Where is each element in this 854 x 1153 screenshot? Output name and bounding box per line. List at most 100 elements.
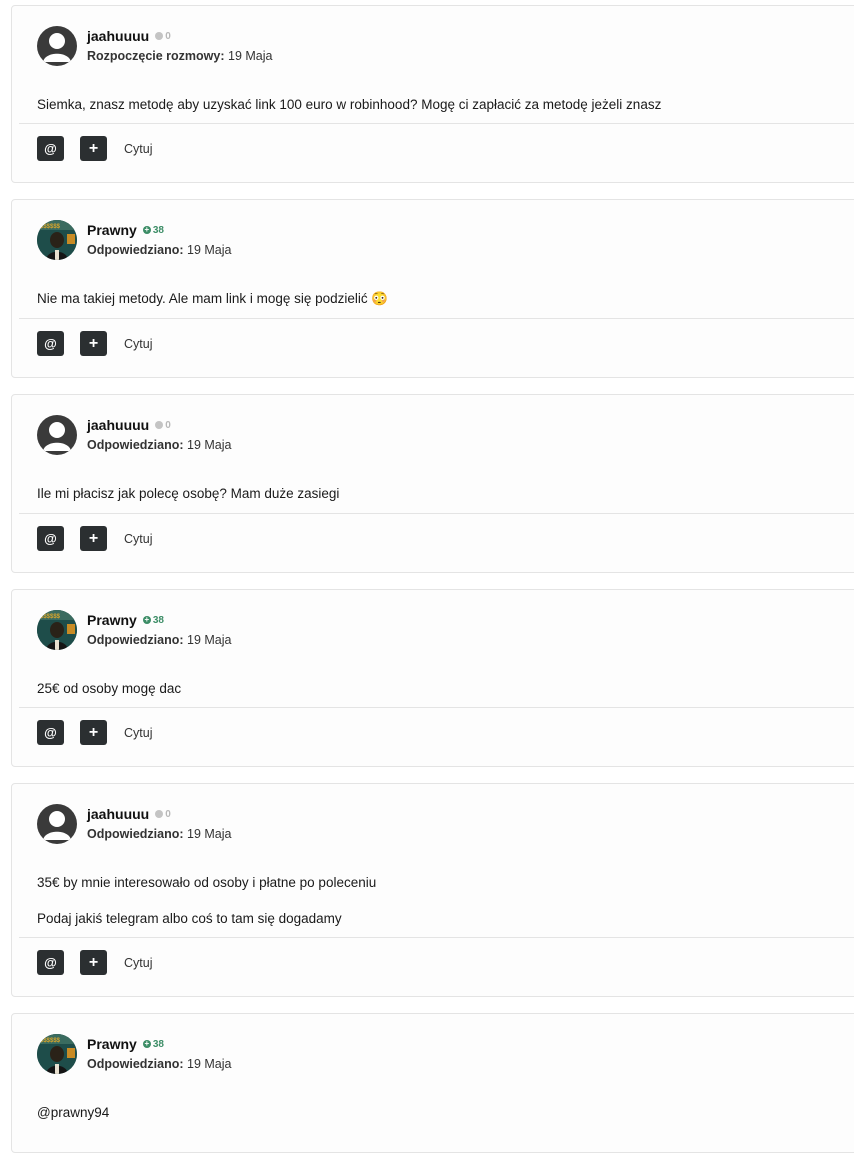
user-avatar[interactable]: $$$$$$ (37, 1034, 77, 1074)
reputation-count: 0 (165, 419, 171, 431)
post-actions: @ + Cytuj (19, 937, 854, 996)
post: jaahuuuu 0 Odpowiedziano: 19 Maja Ile mi pł… (11, 394, 854, 573)
reputation-badge: +38 (142, 614, 164, 626)
reputation-count: 0 (165, 30, 171, 42)
post-header: jaahuuuu 0 Odpowiedziano: 19 Maja (12, 784, 854, 874)
post-date[interactable]: 19 Maja (187, 827, 231, 841)
author-line: jaahuuuu 0 (87, 28, 171, 44)
mention-button[interactable]: @ (37, 331, 64, 356)
post-meta-label: Rozpoczęcie rozmowy: (87, 49, 225, 63)
author-name[interactable]: jaahuuuu (87, 28, 149, 44)
post-date[interactable]: 19 Maja (187, 633, 231, 647)
reputation-count: 0 (165, 808, 171, 820)
author-line: jaahuuuu 0 (87, 417, 171, 433)
mention-button[interactable]: @ (37, 526, 64, 551)
add-reputation-button[interactable]: + (80, 526, 107, 551)
post-paragraph: @prawny94 (37, 1105, 110, 1120)
post-date[interactable]: 19 Maja (187, 1057, 231, 1071)
post-meta-label: Odpowiedziano: (87, 827, 184, 841)
default-avatar[interactable] (37, 804, 77, 844)
svg-text:$$$$$$: $$$$$$ (40, 614, 61, 620)
post: jaahuuuu 0 Odpowiedziano: 19 Maja 35€ by mn… (11, 783, 854, 997)
quote-button[interactable]: Cytuj (124, 726, 152, 740)
author-line: Prawny +38 (87, 1036, 164, 1052)
post-date[interactable]: 19 Maja (228, 49, 272, 63)
post-content: 35€ by mnie interesowało od osoby i płat… (12, 874, 854, 928)
quote-button[interactable]: Cytuj (124, 142, 152, 156)
reputation-count: 38 (152, 614, 164, 626)
reputation-badge: 0 (155, 809, 171, 820)
post-meta: Odpowiedziano: 19 Maja (87, 827, 232, 841)
post-meta: Odpowiedziano: 19 Maja (87, 633, 232, 647)
author-name[interactable]: Prawny (87, 222, 137, 238)
author-name[interactable]: Prawny (87, 1036, 137, 1052)
add-reputation-button[interactable]: + (80, 950, 107, 975)
post-meta-label: Odpowiedziano: (87, 438, 184, 452)
plus-circle-icon: + (142, 1039, 151, 1048)
post-header: $$$$$$ Prawny +38 Odpowiedziano: 19 Maja (12, 1014, 854, 1104)
reputation-count: 38 (152, 224, 164, 236)
post-content: 25€ od osoby mogę dac (12, 680, 854, 698)
post-actions: @ + Cytuj (19, 123, 854, 182)
post-meta: Odpowiedziano: 19 Maja (87, 243, 232, 257)
post-meta: Odpowiedziano: 19 Maja (87, 1057, 232, 1071)
reputation-badge: 0 (155, 31, 171, 42)
author-name[interactable]: Prawny (87, 612, 137, 628)
add-reputation-button[interactable]: + (80, 720, 107, 745)
reputation-badge: +38 (142, 224, 164, 236)
author-name[interactable]: jaahuuuu (87, 417, 149, 433)
reputation-count: 38 (152, 1038, 164, 1050)
post-date[interactable]: 19 Maja (187, 243, 231, 257)
default-avatar[interactable] (37, 415, 77, 455)
mention-button[interactable]: @ (37, 950, 64, 975)
post-actions: @ + Cytuj (19, 707, 854, 766)
author-line: Prawny +38 (87, 612, 164, 628)
reputation-badge: +38 (142, 1038, 164, 1050)
post-meta: Rozpoczęcie rozmowy: 19 Maja (87, 49, 273, 63)
user-avatar[interactable]: $$$$$$ (37, 220, 77, 260)
author-line: jaahuuuu 0 (87, 806, 171, 822)
neutral-dot-icon (155, 421, 164, 429)
post-actions: @ + Cytuj (19, 318, 854, 377)
quote-button[interactable]: Cytuj (124, 337, 152, 351)
add-reputation-button[interactable]: + (80, 331, 107, 356)
post-paragraph: 35€ by mnie interesowało od osoby i płat… (37, 875, 377, 890)
post-meta-label: Odpowiedziano: (87, 1057, 184, 1071)
post-content: Ile mi płacisz jak polecę osobę? Mam duż… (12, 485, 854, 503)
post-content: Nie ma takiej metody. Ale mam link i mog… (12, 290, 854, 308)
neutral-dot-icon (155, 810, 164, 818)
post-content: @prawny94 (12, 1104, 854, 1122)
post-date[interactable]: 19 Maja (187, 438, 231, 452)
post: $$$$$$ Prawny +38 Odpowiedziano: 19 Maja @pr… (11, 1013, 854, 1153)
post-paragraph: 25€ od osoby mogę dac (37, 681, 182, 696)
mention-button[interactable]: @ (37, 136, 64, 161)
post: jaahuuuu 0 Rozpoczęcie rozmowy: 19 Maja Sie… (11, 5, 854, 183)
plus-circle-icon: + (142, 225, 151, 234)
post-header: jaahuuuu 0 Odpowiedziano: 19 Maja (12, 395, 854, 485)
post-content: Siemka, znasz metodę aby uzyskać link 10… (12, 96, 854, 114)
quote-button[interactable]: Cytuj (124, 956, 152, 970)
reputation-badge: 0 (155, 420, 171, 431)
add-reputation-button[interactable]: + (80, 136, 107, 161)
svg-text:$$$$$$: $$$$$$ (40, 1038, 61, 1044)
author-line: Prawny +38 (87, 222, 164, 238)
user-avatar[interactable]: $$$$$$ (37, 610, 77, 650)
post: $$$$$$ Prawny +38 Odpowiedziano: 19 Maja Nie… (11, 199, 854, 378)
mention-button[interactable]: @ (37, 720, 64, 745)
post-paragraph: Siemka, znasz metodę aby uzyskać link 10… (37, 97, 662, 112)
post-paragraph: Nie ma takiej metody. Ale mam link i mog… (37, 291, 389, 306)
post-paragraph: Podaj jakiś telegram albo coś to tam się… (37, 911, 342, 926)
post-header: $$$$$$ Prawny +38 Odpowiedziano: 19 Maja (12, 200, 854, 290)
plus-circle-icon: + (142, 615, 151, 624)
quote-button[interactable]: Cytuj (124, 532, 152, 546)
svg-text:$$$$$$: $$$$$$ (40, 224, 61, 230)
post: $$$$$$ Prawny +38 Odpowiedziano: 19 Maja 25€… (11, 589, 854, 767)
post-header: $$$$$$ Prawny +38 Odpowiedziano: 19 Maja (12, 590, 854, 680)
post-meta: Odpowiedziano: 19 Maja (87, 438, 232, 452)
post-meta-label: Odpowiedziano: (87, 633, 184, 647)
neutral-dot-icon (155, 32, 164, 40)
post-actions: @ + Cytuj (19, 513, 854, 572)
default-avatar[interactable] (37, 26, 77, 66)
author-name[interactable]: jaahuuuu (87, 806, 149, 822)
post-header: jaahuuuu 0 Rozpoczęcie rozmowy: 19 Maja (12, 6, 854, 96)
